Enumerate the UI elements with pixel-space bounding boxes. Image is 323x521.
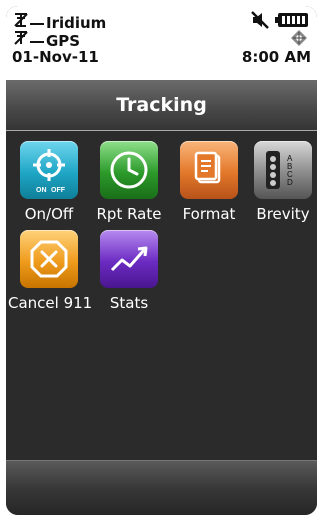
app-tile-cancel-911[interactable]: Cancel 911 [8, 230, 92, 312]
device-screen: Iridium GPS 01-Nov-11 8:00 AM Tracking O… [6, 6, 317, 515]
app-tile-brevity[interactable]: A B C D Brevity [248, 141, 317, 223]
mute-icon [251, 11, 271, 33]
svg-text:ON: ON [36, 187, 47, 194]
app-tile-rpt-rate[interactable]: Rpt Rate [94, 141, 164, 223]
page-title: Tracking [6, 80, 317, 131]
app-tile-stats[interactable]: Stats [94, 230, 164, 312]
app-label-stats: Stats [109, 294, 149, 312]
cancel-x-icon [20, 230, 78, 288]
app-label-format: Format [182, 205, 236, 223]
iridium-status: Iridium [12, 12, 106, 32]
app-label-on-off: On/Off [24, 205, 74, 223]
app-tile-on-off[interactable]: ON OFF On/Off [14, 141, 84, 223]
iridium-signal-icon [12, 12, 30, 32]
gps-signal-icon [12, 30, 30, 50]
app-label-rpt-rate: Rpt Rate [96, 205, 162, 223]
date-text: 01-Nov-11 [12, 48, 99, 66]
battery-icon [275, 12, 309, 32]
gps-fix-icon [291, 30, 307, 50]
time-text: 8:00 AM [241, 48, 311, 66]
svg-text:OFF: OFF [51, 187, 66, 194]
app-label-brevity: Brevity [256, 205, 310, 223]
app-label-cancel-911: Cancel 911 [8, 294, 93, 312]
trend-chart-icon [100, 230, 158, 288]
document-icon [180, 141, 238, 199]
clock-icon [100, 141, 158, 199]
bottom-bar [6, 460, 317, 515]
target-toggle-icon: ON OFF [20, 141, 78, 199]
svg-text:D: D [287, 178, 293, 187]
gps-status: GPS [12, 30, 80, 50]
brevity-code-icon: A B C D [254, 141, 312, 199]
status-bar: Iridium GPS 01-Nov-11 8:00 AM [6, 6, 317, 80]
app-tile-format[interactable]: Format [174, 141, 244, 223]
